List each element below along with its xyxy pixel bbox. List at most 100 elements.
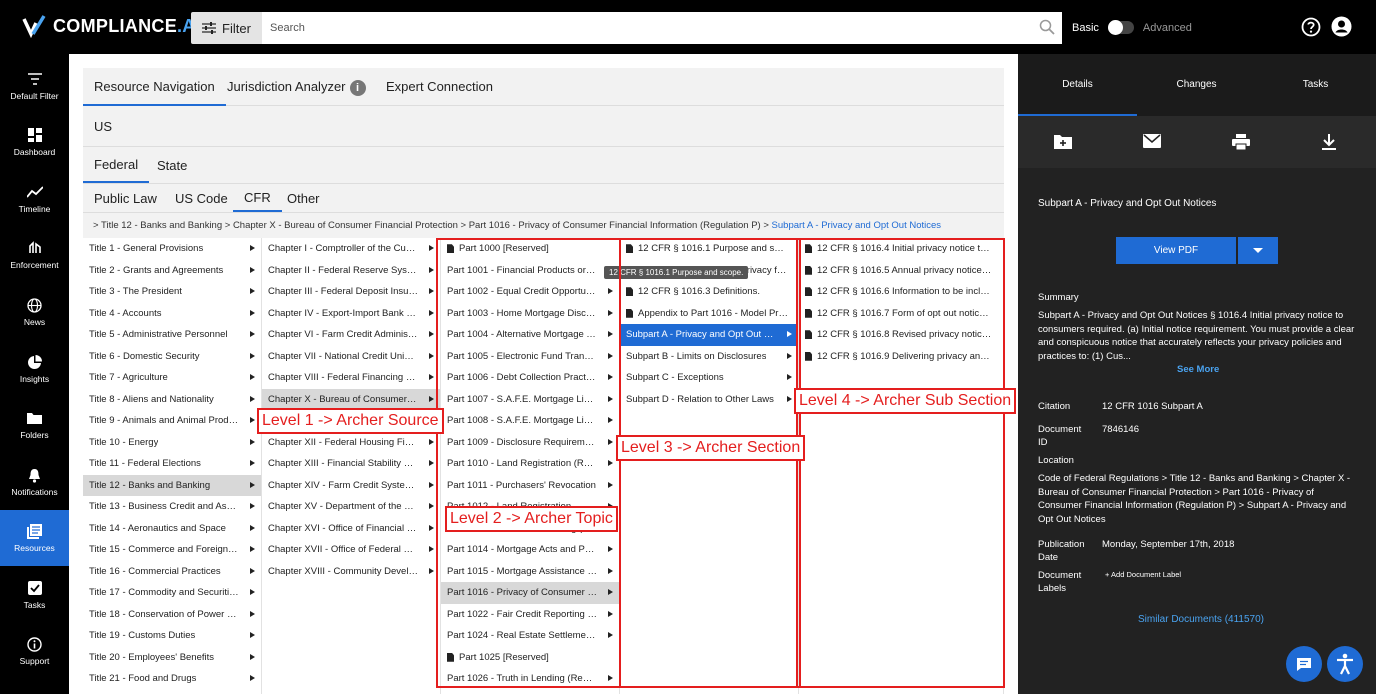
chevron-right-icon [429, 524, 434, 531]
tab-us[interactable]: US [83, 107, 123, 146]
list-item[interactable]: Title 6 - Domestic Security [83, 346, 261, 368]
filter-button[interactable]: Filter [191, 12, 262, 44]
chevron-right-icon [250, 374, 255, 380]
list-item[interactable]: Title 9 - Animals and Animal Products [83, 410, 261, 432]
list-item[interactable]: Chapter VII - National Credit Union Admi… [262, 346, 440, 368]
nav-support[interactable]: Support [0, 623, 69, 679]
chat-button[interactable] [1286, 646, 1322, 682]
chevron-right-icon [250, 503, 255, 509]
nav-folders[interactable]: Folders [0, 397, 69, 453]
list-item[interactable]: Chapter XIV - Farm Credit System Insuran… [262, 475, 440, 497]
list-item-label: Title 11 - Federal Elections [89, 458, 201, 470]
nav-news[interactable]: News [0, 284, 69, 340]
tab-us-code[interactable]: US Code [164, 184, 239, 212]
list-item[interactable]: Title 16 - Commercial Practices [83, 561, 261, 583]
list-item[interactable]: Chapter III - Federal Deposit Insurance … [262, 281, 440, 303]
tab-expert-connection[interactable]: Expert Connection [375, 68, 504, 106]
nav-timeline[interactable]: Timeline [0, 171, 69, 227]
list-item[interactable]: Title 14 - Aeronautics and Space [83, 518, 261, 540]
tab-federal[interactable]: Federal [83, 148, 150, 183]
tab-details[interactable]: Details [1018, 54, 1137, 116]
nav-notifications[interactable]: Notifications [0, 454, 69, 510]
brand-name: COMPLIANCE [53, 15, 177, 36]
list-item[interactable]: Chapter XVI - Office of Financial Resear… [262, 518, 440, 540]
list-item[interactable]: Title 17 - Commodity and Securities Exch… [83, 582, 261, 604]
list-item[interactable]: Title 2 - Grants and Agreements [83, 260, 261, 282]
email-icon[interactable] [1143, 134, 1161, 148]
nav-tasks[interactable]: Tasks [0, 567, 69, 623]
nav-enforcement[interactable]: Enforcement [0, 227, 69, 283]
print-icon[interactable] [1232, 134, 1250, 150]
list-item-label: Title 2 - Grants and Agreements [89, 264, 224, 276]
tab-cfr[interactable]: CFR [233, 184, 282, 212]
list-item[interactable]: Title 10 - Energy [83, 432, 261, 454]
tab-public-law[interactable]: Public Law [83, 184, 168, 212]
list-item-label: Title 18 - Conservation of Power and Wat… [89, 608, 239, 620]
search-icon[interactable] [1039, 19, 1055, 35]
tab-resource-navigation[interactable]: Resource Navigation [83, 68, 226, 106]
list-item[interactable]: Title 15 - Commerce and Foreign Trade [83, 539, 261, 561]
list-item[interactable]: Chapter X - Bureau of Consumer Financial… [262, 388, 440, 410]
enforcement-icon [27, 240, 43, 256]
location-value: Code of Federal Regulations > Title 12 -… [1038, 473, 1351, 525]
view-pdf-button[interactable]: View PDF [1116, 237, 1236, 264]
info-icon[interactable]: i [349, 79, 366, 96]
list-item[interactable]: Title 13 - Business Credit and Assistanc… [83, 496, 261, 518]
list-item[interactable]: Title 18 - Conservation of Power and Wat… [83, 604, 261, 626]
list-item[interactable]: Title 20 - Employees' Benefits [83, 647, 261, 669]
list-item[interactable]: Chapter XIII - Financial Stability Overs… [262, 453, 440, 475]
add-to-folder-icon[interactable] [1054, 134, 1072, 149]
list-item-label: Chapter VI - Farm Credit Administration [268, 329, 418, 341]
list-item[interactable]: Title 4 - Accounts [83, 303, 261, 325]
list-item[interactable]: Title 3 - The President [83, 281, 261, 303]
list-item-label: Chapter X - Bureau of Consumer Financial… [268, 393, 418, 405]
summary-label: Summary [1038, 292, 1079, 303]
list-item[interactable]: Title 21 - Food and Drugs [83, 668, 261, 690]
nav-insights[interactable]: Insights [0, 341, 69, 397]
download-icon[interactable] [1322, 134, 1336, 150]
list-item[interactable]: Chapter IV - Export-Import Bank of the U… [262, 303, 440, 325]
list-item[interactable]: Chapter XII - Federal Housing Finance Ag… [262, 432, 440, 454]
tab-other[interactable]: Other [276, 184, 331, 212]
list-item[interactable]: Chapter XVIII - Community Development [262, 561, 440, 583]
view-pdf-dropdown[interactable] [1238, 237, 1278, 264]
list-item[interactable]: Chapter I - Comptroller of the Currency [262, 238, 440, 260]
nav-default-filter[interactable]: Default Filter [0, 58, 69, 114]
list-item[interactable]: Chapter XV - Department of the Treasury [262, 496, 440, 518]
breadcrumb-current[interactable]: Subpart A - Privacy and Opt Out Notices [772, 220, 942, 231]
list-item[interactable]: Title 12 - Banks and Banking [83, 474, 261, 496]
logo[interactable]: COMPLIANCE .AI [22, 13, 201, 39]
help-icon[interactable] [1301, 17, 1321, 37]
chevron-right-icon [429, 266, 434, 273]
mode-toggle-switch[interactable] [1107, 20, 1134, 35]
logo-mark-icon [22, 15, 46, 39]
nav-resources[interactable]: Resources [0, 510, 69, 566]
tab-state[interactable]: State [146, 148, 198, 183]
list-item[interactable]: Title 1 - General Provisions [83, 238, 261, 260]
search-input[interactable] [262, 12, 1062, 44]
chevron-right-icon [250, 288, 255, 294]
nav-dashboard[interactable]: Dashboard [0, 114, 69, 170]
breadcrumb-path[interactable]: > Title 12 - Banks and Banking > Chapter… [93, 220, 769, 231]
list-item[interactable]: Title 19 - Customs Duties [83, 625, 261, 647]
list-item-label: Title 7 - Agriculture [89, 372, 168, 384]
tab-jurisdiction-analyzer[interactable]: Jurisdiction Analyzer i [216, 68, 377, 106]
globe-icon [27, 297, 43, 313]
chevron-right-icon [250, 632, 255, 638]
user-account-icon[interactable] [1331, 16, 1352, 37]
tab-changes[interactable]: Changes [1137, 54, 1256, 116]
list-item[interactable]: Title 5 - Administrative Personnel [83, 324, 261, 346]
accessibility-button[interactable] [1327, 646, 1363, 682]
list-item[interactable]: Title 11 - Federal Elections [83, 453, 261, 475]
list-item[interactable]: Chapter VI - Farm Credit Administration [262, 324, 440, 346]
tab-tasks[interactable]: Tasks [1256, 54, 1375, 116]
see-more-link[interactable]: See More [1177, 364, 1219, 375]
add-document-label-button[interactable]: + Add Document Label [1105, 570, 1181, 579]
similar-documents-link[interactable]: Similar Documents (411570) [1138, 614, 1264, 625]
list-item[interactable]: Title 8 - Aliens and Nationality [83, 389, 261, 411]
list-item[interactable]: Chapter VIII - Federal Financing Bank [262, 367, 440, 389]
list-item[interactable]: Chapter XVII - Office of Federal Housing [262, 539, 440, 561]
list-item[interactable]: Chapter II - Federal Reserve System [262, 260, 440, 282]
list-item[interactable]: Title 7 - Agriculture [83, 367, 261, 389]
details-tabs: Details Changes Tasks [1018, 54, 1376, 116]
